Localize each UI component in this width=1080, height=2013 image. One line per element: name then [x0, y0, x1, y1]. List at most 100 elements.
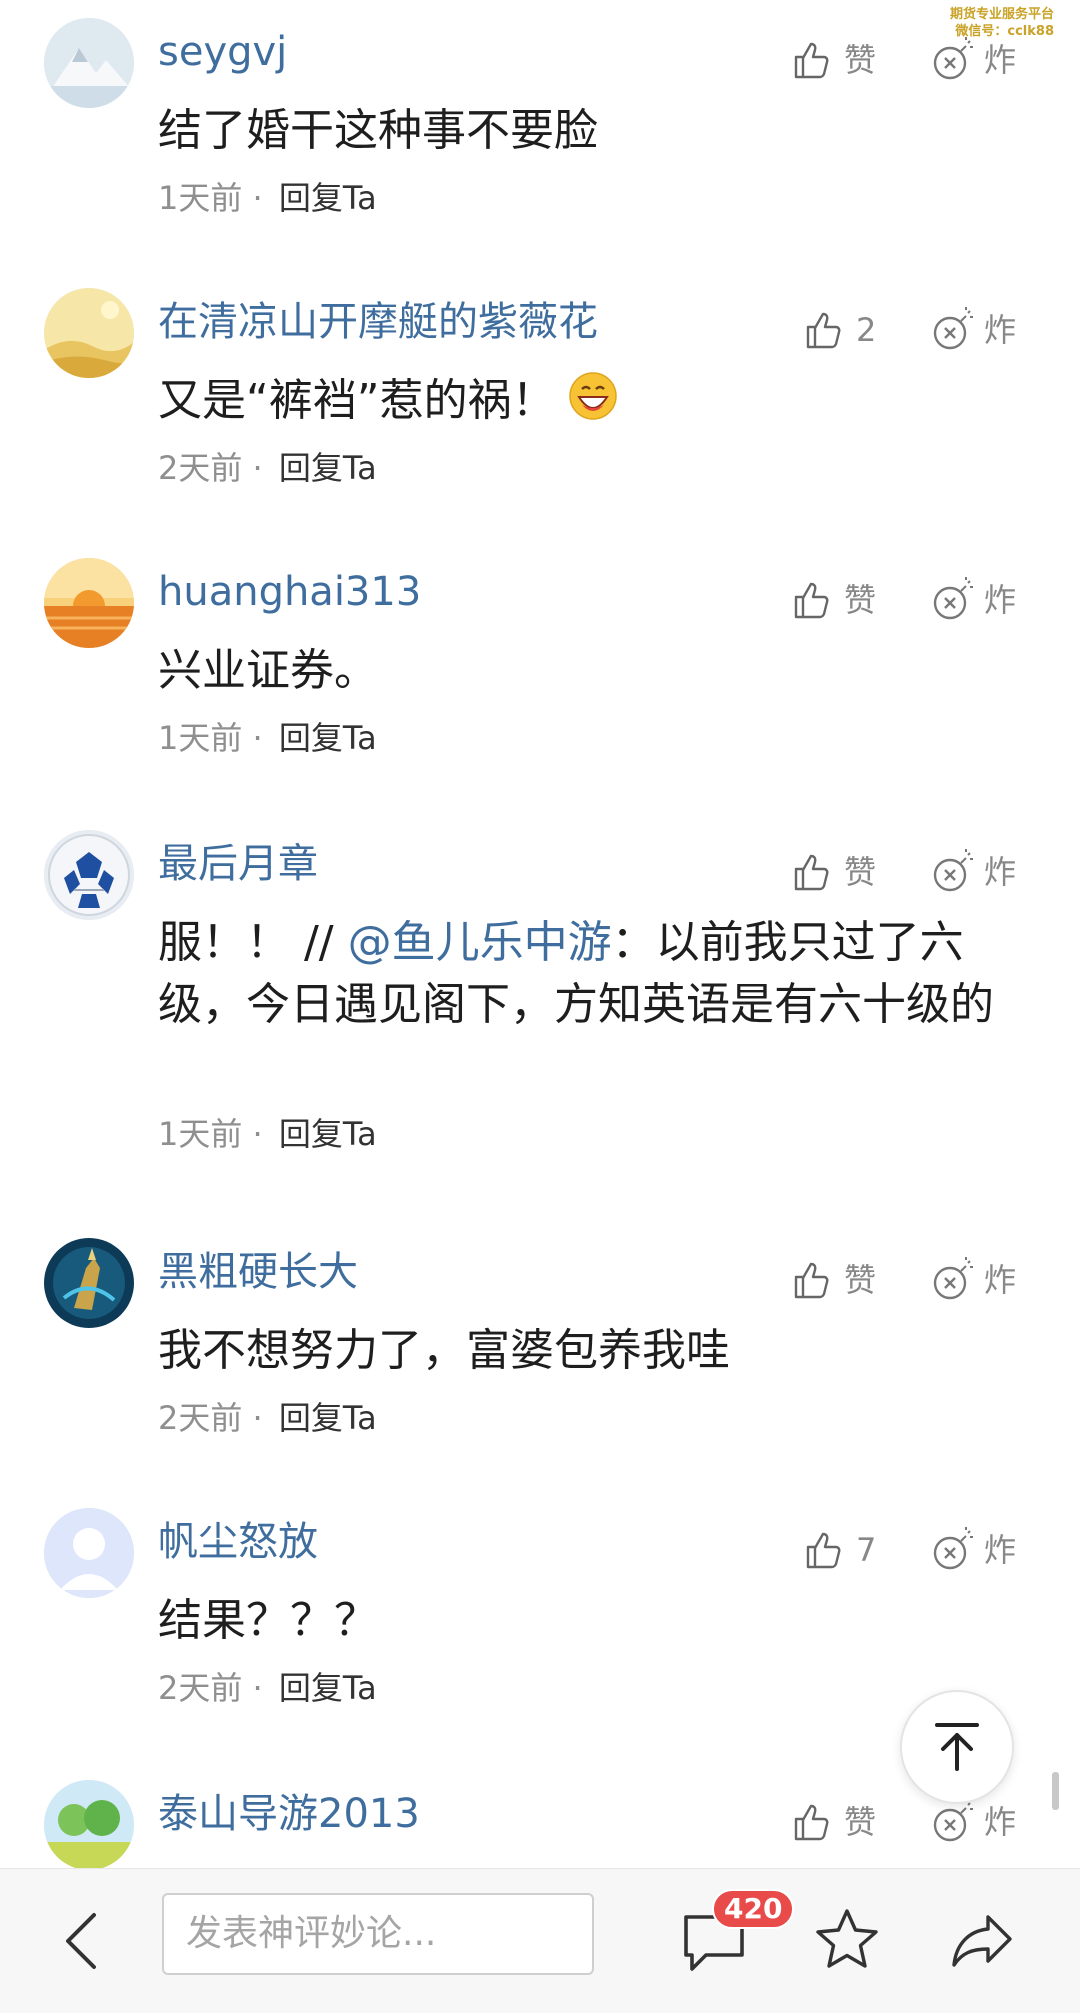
scrollbar-thumb[interactable]	[1052, 1772, 1059, 1810]
reply-button[interactable]: 回复Ta	[279, 719, 377, 757]
zha-label: 炸	[984, 41, 1017, 79]
thumbs-up-icon	[794, 1262, 829, 1299]
comment-time: 1天前	[158, 179, 243, 217]
comment-meta: 2天前 · 回复Ta	[158, 1398, 377, 1438]
zha-button[interactable]: 炸	[930, 306, 1016, 354]
comment-meta: 2天前 · 回复Ta	[158, 1668, 377, 1708]
zha-button[interactable]: 炸	[930, 1526, 1016, 1574]
star-icon[interactable]	[812, 1905, 882, 1975]
comment-time: 1天前	[158, 1115, 243, 1153]
bomb-icon	[933, 577, 973, 620]
zha-button[interactable]: 炸	[930, 1256, 1016, 1304]
bottom-toolbar: 发表神评妙论... 420	[0, 1868, 1080, 2013]
comment-text: 结了婚干这种事不要脸	[158, 105, 598, 156]
like-count: 赞	[844, 41, 877, 79]
user-avatar[interactable]	[44, 830, 134, 920]
mention-link[interactable]: @鱼儿乐中游	[348, 917, 612, 968]
username[interactable]: 最后月章	[158, 840, 318, 888]
comment-text: 我不想努力了，富婆包养我哇	[158, 1325, 730, 1376]
comment-text: 又是“裤裆”惹的祸！	[158, 375, 556, 426]
like-button[interactable]: 7	[802, 1526, 876, 1574]
username[interactable]: huanghai313	[158, 568, 421, 616]
comment-time: 2天前	[158, 1399, 243, 1437]
like-count: 赞	[844, 853, 877, 891]
arrow-up-to-top-icon	[935, 1723, 979, 1771]
meta-separator: ·	[252, 1399, 263, 1437]
thumbs-up-icon	[794, 1804, 829, 1841]
zha-button[interactable]: 炸	[930, 36, 1016, 84]
bomb-icon	[933, 1257, 973, 1300]
grinning-face-emoji	[568, 372, 617, 420]
like-button[interactable]: 赞	[790, 576, 876, 624]
comment-meta: 2天前 · 回复Ta	[158, 448, 377, 488]
comment-text-row: 服！！ // @鱼儿乐中游：以前我只过了六级，今日遇见阁下，方知英语是有六十级的	[158, 912, 1018, 1036]
zha-button[interactable]: 炸	[930, 848, 1016, 896]
like-count: 2	[856, 311, 877, 349]
like-count: 赞	[844, 581, 877, 619]
thumbs-up-icon	[806, 312, 841, 349]
thumbs-up-icon	[794, 582, 829, 619]
meta-separator: ·	[252, 179, 263, 217]
zha-button[interactable]: 炸	[930, 576, 1016, 624]
meta-separator: ·	[252, 1669, 263, 1707]
comment-meta: 1天前 · 回复Ta	[158, 1114, 377, 1154]
reply-button[interactable]: 回复Ta	[279, 1669, 377, 1707]
comment-text-prefix: 服！！ //	[158, 917, 334, 968]
username[interactable]: seygvj	[158, 28, 287, 76]
like-button[interactable]: 赞	[790, 1256, 876, 1304]
comment-input[interactable]: 发表神评妙论...	[162, 1893, 594, 1975]
bomb-icon	[933, 849, 973, 892]
share-arrow-icon[interactable]	[948, 1909, 1016, 1973]
bomb-icon	[933, 1799, 973, 1842]
meta-separator: ·	[252, 449, 263, 487]
comment-text: 结果？？？	[158, 1595, 378, 1646]
username[interactable]: 帆尘怒放	[158, 1518, 318, 1566]
meta-separator: ·	[252, 719, 263, 757]
like-count: 7	[856, 1531, 877, 1569]
zha-label: 炸	[984, 853, 1017, 891]
like-button[interactable]: 赞	[790, 36, 876, 84]
meta-separator: ·	[252, 1115, 263, 1153]
zha-label: 炸	[984, 1261, 1017, 1299]
like-count: 赞	[844, 1261, 877, 1299]
user-avatar[interactable]	[44, 1780, 134, 1870]
chevron-left-icon[interactable]	[52, 1905, 116, 1977]
zha-button[interactable]: 炸	[930, 1798, 1016, 1846]
bomb-icon	[933, 307, 973, 350]
reply-button[interactable]: 回复Ta	[279, 179, 377, 217]
comment-text-row: 又是“裤裆”惹的祸！	[158, 370, 1018, 432]
username[interactable]: 泰山导游2013	[158, 1790, 420, 1838]
comment-time: 2天前	[158, 449, 243, 487]
comment-time: 2天前	[158, 1669, 243, 1707]
reply-button[interactable]: 回复Ta	[279, 1399, 377, 1437]
comment-time: 1天前	[158, 719, 243, 757]
bomb-icon	[933, 1527, 973, 1570]
like-button[interactable]: 赞	[790, 848, 876, 896]
username[interactable]: 黑粗硬长大	[158, 1248, 358, 1296]
zha-label: 炸	[984, 1803, 1017, 1841]
like-button[interactable]: 2	[802, 306, 876, 354]
user-avatar[interactable]	[44, 558, 134, 648]
comment-meta: 1天前 · 回复Ta	[158, 178, 377, 218]
user-avatar[interactable]	[44, 288, 134, 378]
bomb-icon	[933, 37, 973, 80]
comment-meta: 1天前 · 回复Ta	[158, 718, 377, 758]
zha-label: 炸	[984, 311, 1017, 349]
reply-button[interactable]: 回复Ta	[279, 449, 377, 487]
comment-text: 兴业证券。	[158, 645, 378, 696]
user-avatar[interactable]	[44, 18, 134, 108]
user-avatar[interactable]	[44, 1508, 134, 1598]
thumbs-up-icon	[794, 42, 829, 79]
comment-feed[interactable]: seygvj 赞 炸 结了婚干这种事不要脸 1天前 · 回复Ta 在清凉山开摩艇…	[0, 0, 1080, 1880]
username[interactable]: 在清凉山开摩艇的紫薇花	[158, 298, 598, 346]
zha-label: 炸	[984, 1531, 1017, 1569]
thumbs-up-icon	[794, 854, 829, 891]
reply-button[interactable]: 回复Ta	[279, 1115, 377, 1153]
scroll-to-top-button[interactable]	[900, 1690, 1014, 1804]
like-button[interactable]: 赞	[790, 1798, 876, 1846]
comment-count-badge: 420	[712, 1889, 795, 1929]
zha-label: 炸	[984, 581, 1017, 619]
thumbs-up-icon	[806, 1532, 841, 1569]
like-count: 赞	[844, 1803, 877, 1841]
user-avatar[interactable]	[44, 1238, 134, 1328]
